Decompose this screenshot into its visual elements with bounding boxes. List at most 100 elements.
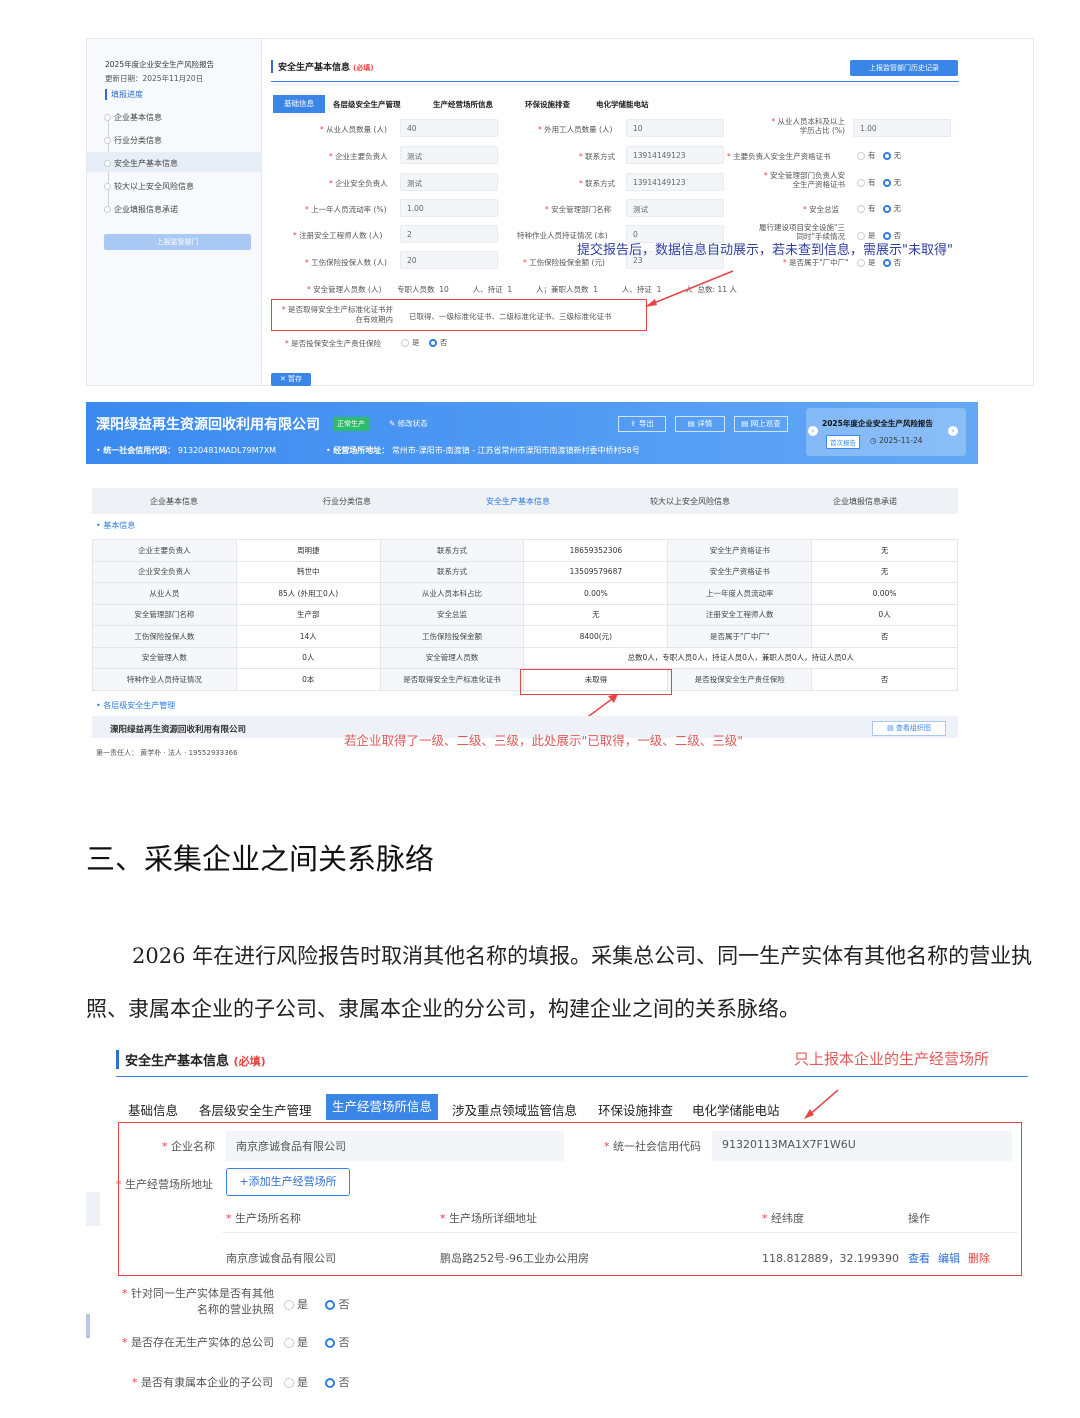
side-strip-2 [86, 1314, 90, 1338]
tab-key-areas[interactable]: 涉及重点领域监管信息 [452, 1100, 577, 1119]
col-header: 操作 [908, 1212, 930, 1225]
first-person: 第一责任人： 黄学朴 · 法人 · 19552933366 [96, 749, 238, 757]
tab-basic[interactable]: 基础信息 [128, 1100, 178, 1119]
export-button[interactable]: ⇪ 导出 [618, 416, 666, 432]
table-row: 安全管理部门名称 生产部 安全总监无注册安全工程师人数 0人 [92, 603, 958, 626]
step-item[interactable]: 行业分类信息 [104, 135, 162, 146]
side-strip [86, 1192, 100, 1226]
screenshot-company-detail: 溧阳绿益再生资源回收利用有限公司 正常生产 ✎ 修改状态 • 统一社会信用代码：… [86, 402, 978, 772]
sidebar: 2025年度企业安全生产风险报告 更新日期：2025年11月20日 填报进度 企… [87, 39, 262, 385]
step-item[interactable]: 安全生产基本信息 [104, 158, 178, 169]
table-row: 企业安全负责人 韩世中 联系方式 13509579687 安全生产资格证书无 [92, 560, 958, 583]
field-label: * 上一年人员流动率 (%) [305, 205, 387, 214]
tab-levels[interactable]: 各层级安全生产管理 [333, 99, 401, 110]
external-staff-input[interactable]: 10 [626, 119, 724, 137]
site-name-cell: 南京彦诚食品有限公司 [226, 1252, 336, 1265]
radio-group[interactable]: 是 否 [284, 1374, 349, 1390]
company-name: 溧阳绿益再生资源回收利用有限公司 [96, 417, 320, 433]
report-date: ◷ 2025-11-24 [870, 436, 923, 445]
step-dot-icon [104, 114, 111, 121]
staff-count-input[interactable]: 40 [400, 119, 498, 137]
online-inspect-button[interactable]: ▤ 网上巡查 [734, 416, 788, 432]
tab-sites[interactable]: 生产经营场所信息 [433, 99, 493, 110]
first-report-badge: 首次报告 [826, 435, 860, 449]
field-label: * 安全管理部门负责人安全生产资格证书 [763, 171, 845, 189]
tab-safety[interactable]: 安全生产基本信息 [486, 496, 550, 507]
radio-group[interactable]: 是 否 [857, 257, 901, 268]
screenshot-form-basic-info: 2025年度企业安全生产风险报告 更新日期：2025年11月20日 填报进度 企… [86, 38, 1034, 386]
turnover-input[interactable]: 1.00 [400, 199, 498, 217]
tab-storage[interactable]: 电化学储能电站 [596, 99, 649, 110]
sub-company-name: 溧阳绿益再生资源回收利用有限公司 [110, 725, 247, 735]
company-input[interactable]: 南京彦诚食品有限公司 [226, 1131, 564, 1161]
table-row: 企业主要负责人 周明捷 联系方式 18659352306 安全生产资格证书无 [92, 539, 958, 562]
radio-group[interactable]: 有 无 [857, 150, 901, 161]
phone-input[interactable]: 13914149123 [626, 146, 724, 164]
chevron-left-icon[interactable]: ‹ [808, 426, 818, 436]
radio-group[interactable]: 有 无 [857, 177, 901, 188]
phone-input-2[interactable]: 13914149123 [626, 173, 724, 191]
row-divider [222, 1232, 1018, 1233]
field-label: * 安全总监 [803, 205, 840, 214]
principal-input[interactable]: 测试 [400, 146, 498, 164]
engineer-input[interactable]: 2 [400, 225, 498, 243]
site-coords-cell: 118.812889，32.199390 [762, 1252, 899, 1265]
field-label: * 安全管理人员数 (人) [307, 285, 382, 294]
table-row: 工伤保险投保人数 14人 工伤保险投保金额 8400(元) 是否属于"厂中厂" 否 [92, 625, 958, 648]
step-dot-icon [104, 160, 111, 167]
tab-basic[interactable]: 基础信息 [273, 95, 325, 113]
chevron-right-icon[interactable]: › [948, 426, 958, 436]
field-label: * 注册安全工程师人数 (人) [293, 231, 383, 240]
tab-sites-active[interactable]: 生产经营场所信息 [326, 1094, 438, 1120]
tab-commitment[interactable]: 企业填报信息承诺 [833, 496, 897, 507]
highlight-box [520, 669, 672, 695]
delete-link[interactable]: 删除 [968, 1250, 990, 1266]
radio-group[interactable]: 是 否 [401, 337, 448, 348]
degree-ratio-input[interactable]: 1.00 [853, 119, 951, 137]
body-paragraph: 2026 年在进行风险报告时取消其他名称的填报。采集总公司、同一生产实体有其他名… [86, 944, 1033, 1021]
address-line: • 经营场所地址： 常州市-溧阳市-南渡镇 - 江苏省常州市溧阳市南渡镇新村委中… [326, 446, 640, 455]
view-link[interactable]: 查看 [908, 1250, 930, 1266]
tab-env[interactable]: 环保设施排查 [598, 1100, 673, 1119]
tab-basic[interactable]: 企业基本信息 [150, 496, 198, 507]
detail-button[interactable]: ▤ 详情 [675, 416, 725, 432]
tab-risk[interactable]: 较大以上安全风险信息 [650, 496, 730, 507]
step-item[interactable]: 企业基本信息 [104, 112, 162, 123]
field-label: * 联系方式 [579, 179, 616, 188]
radio-group[interactable]: 有 无 [857, 203, 901, 214]
submit-button[interactable]: 上报监管部门 [104, 234, 251, 250]
annotation-note: 提交报告后，数据信息自动展示，若未查到信息，需展示"未取得" [577, 243, 953, 258]
history-button[interactable]: 上报监管部门历史记录 [850, 60, 958, 76]
col-header: * 生产场所详细地址 [440, 1212, 537, 1225]
site-address-cell: 鹏岛路252号-96工业办公用房 [440, 1252, 589, 1265]
tab-industry[interactable]: 行业分类信息 [323, 496, 371, 507]
radio-group[interactable]: 是 否 [284, 1334, 349, 1350]
add-site-button[interactable]: +添加生产经营场所 [226, 1168, 350, 1196]
field-label: * 从业人员本科及以上学历占比 (%) [771, 117, 845, 135]
field-label: * 联系方式 [579, 152, 616, 161]
modify-status-link[interactable]: ✎ 修改状态 [389, 418, 428, 429]
safety-head-input[interactable]: 测试 [400, 173, 498, 191]
edit-link[interactable]: 编辑 [938, 1250, 960, 1266]
screenshot-sites-form: 安全生产基本信息 (必填) 只上报本企业的生产经营场所 基础信息 各层级安全生产… [86, 1042, 1036, 1418]
step-item[interactable]: 企业填报信息承诺 [104, 204, 178, 215]
credit-line: • 统一社会信用代码： 91320481MADL79M7XM [96, 446, 277, 455]
field-label: * 工伤保险投保金额 (元) [523, 258, 605, 267]
std-cert-options[interactable]: 已取得、一级标准化证书、二级标准化证书、三级标准化证书 [409, 311, 612, 322]
field-label: * 安全管理部门名称 [545, 205, 612, 214]
view-org-button[interactable]: ▤ 查看组织图 [872, 721, 946, 736]
tab-levels[interactable]: 各层级安全生产管理 [199, 1100, 312, 1119]
insured-count-input[interactable]: 20 [400, 251, 498, 269]
step-item[interactable]: 较大以上安全风险信息 [104, 181, 194, 192]
radio-group[interactable]: 是 否 [284, 1296, 349, 1312]
dept-input[interactable]: 测试 [626, 199, 724, 217]
std-cert-label: * 是否取得安全生产标准化证书并在有效期内 [281, 305, 393, 324]
table-row: 从业人员 85人 (外用工0人) 从业人员本科占比 0.00% 上一年度人员流动率 0.0… [92, 582, 958, 605]
save-button[interactable]: ✕ 暂存 [271, 373, 311, 386]
tab-env[interactable]: 环保设施排查 [525, 99, 570, 110]
site-label: * 生产经营场所地址 [116, 1178, 213, 1191]
credit-label: * 统一社会信用代码 [604, 1140, 701, 1153]
field-label: * 是否属于"厂中厂" [783, 258, 849, 267]
tab-storage[interactable]: 电化学储能电站 [692, 1100, 780, 1119]
credit-input[interactable]: 91320113MA1X7F1W6U [712, 1131, 1012, 1161]
